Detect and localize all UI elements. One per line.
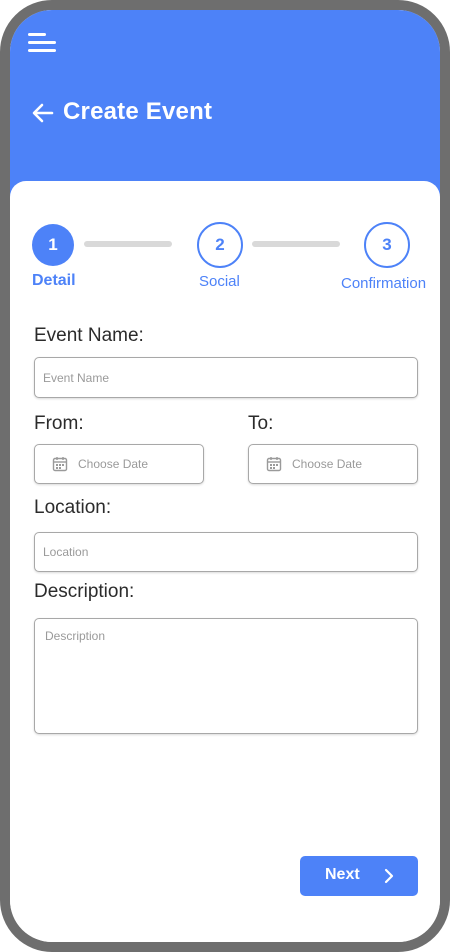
calendar-icon (266, 457, 282, 472)
step-3-circle[interactable]: 3 (364, 222, 410, 268)
to-date-picker[interactable]: Choose Date (248, 444, 418, 484)
next-button-label: Next (325, 866, 360, 883)
page-title: Create Event (63, 98, 213, 125)
step-1-label: Detail (32, 272, 76, 289)
to-label: To: (248, 413, 274, 434)
step-2-circle[interactable]: 2 (197, 222, 243, 268)
calendar-icon (52, 457, 68, 472)
step-1-circle[interactable]: 1 (32, 224, 74, 266)
event-name-input[interactable] (34, 357, 418, 398)
hamburger-menu-icon[interactable] (28, 32, 58, 54)
step-connector (252, 241, 340, 247)
chevron-right-icon (384, 868, 394, 884)
step-3-label: Confirmation (341, 275, 427, 292)
description-label: Description: (34, 581, 135, 602)
phone-frame: Create Event 1 2 3 Detail Social Confirm… (0, 0, 450, 952)
next-button[interactable]: Next (300, 856, 418, 896)
location-input[interactable] (34, 532, 418, 572)
step-connector (84, 241, 172, 247)
location-label: Location: (34, 497, 112, 518)
from-label: From: (34, 413, 84, 434)
step-2-label: Social (199, 273, 240, 290)
from-date-picker[interactable]: Choose Date (34, 444, 204, 484)
from-date-placeholder: Choose Date (78, 457, 149, 471)
event-name-label: Event Name: (34, 325, 144, 346)
app-header: Create Event (10, 10, 440, 210)
arrow-left-icon[interactable] (32, 102, 54, 124)
to-date-placeholder: Choose Date (292, 457, 363, 471)
description-textarea[interactable] (34, 618, 418, 734)
